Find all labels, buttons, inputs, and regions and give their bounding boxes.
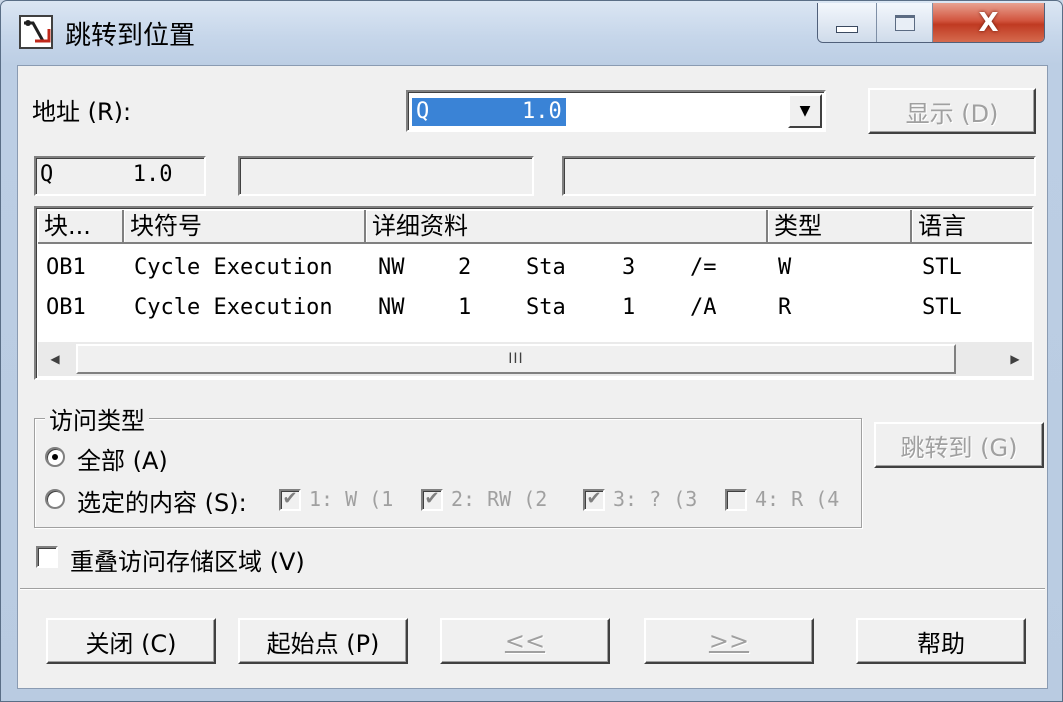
- previous-button[interactable]: <<: [440, 618, 610, 664]
- radio-all[interactable]: [45, 447, 65, 467]
- scroll-left-icon[interactable]: ◀: [38, 342, 72, 376]
- overlap-label[interactable]: 重叠访问存储区域 (V): [70, 542, 305, 577]
- column-header-block[interactable]: 块...: [38, 210, 124, 244]
- list-header: 块... 块符号 详细资料 类型 语言: [38, 210, 1032, 244]
- option-read-label: 4: R (4: [755, 487, 840, 511]
- column-header-language[interactable]: 语言: [912, 210, 1032, 244]
- chevron-down-icon[interactable]: ▼: [788, 94, 822, 128]
- jump-to-button[interactable]: 跳转到 (G): [874, 422, 1044, 468]
- help-button[interactable]: 帮助: [856, 618, 1026, 664]
- checkbox-read[interactable]: [725, 489, 747, 511]
- cell-detail-5: /A: [690, 295, 717, 320]
- scroll-right-icon[interactable]: ▶: [998, 342, 1032, 376]
- access-type-group: 访问类型 全部 (A) 选定的内容 (S): ✔ 1: W (1 ✔ 2: RW…: [34, 401, 862, 528]
- checkbox-readwrite[interactable]: ✔: [421, 489, 443, 511]
- table-row[interactable]: OB1 Cycle Execution NW 1 Sta 1 /A R STL: [38, 288, 1032, 328]
- cell-type: W: [778, 255, 792, 280]
- cell-symbol: Cycle Execution: [134, 255, 333, 280]
- cell-detail-1: NW: [378, 295, 405, 320]
- cell-block: OB1: [46, 255, 86, 280]
- info-field-3: [562, 156, 1036, 196]
- reference-list[interactable]: 块... 块符号 详细资料 类型 语言 OB1 Cycle Execution …: [34, 206, 1034, 380]
- checkbox-unknown[interactable]: ✔: [583, 489, 605, 511]
- cell-language: STL: [922, 295, 962, 320]
- close-window-button[interactable]: X: [933, 3, 1044, 42]
- divider: [20, 588, 1045, 590]
- horizontal-scrollbar[interactable]: ◀ III ▶: [38, 342, 1032, 376]
- cell-detail-2: 2: [458, 255, 472, 280]
- address-combobox[interactable]: Q 1.0 ▼: [406, 90, 826, 132]
- next-button[interactable]: >>: [644, 618, 814, 664]
- radio-all-label[interactable]: 全部 (A): [77, 441, 168, 476]
- address-info-field: Q 1.0: [34, 156, 206, 196]
- window-title: 跳转到位置: [65, 21, 196, 51]
- scroll-thumb[interactable]: III: [76, 344, 956, 374]
- cell-detail-4: 3: [622, 255, 636, 280]
- cell-block: OB1: [46, 295, 86, 320]
- close-icon: X: [978, 7, 999, 38]
- checkbox-overlap[interactable]: [36, 546, 58, 568]
- maximize-button[interactable]: [877, 3, 933, 42]
- dialog-window: 跳转到位置 X 地址 (R): Q 1.0 ▼ 显示 (D) Q 1.0 块..…: [0, 0, 1063, 702]
- info-field-2: [238, 156, 534, 196]
- app-icon: [19, 15, 53, 49]
- radio-selected[interactable]: [45, 489, 65, 509]
- option-unknown-label: 3: ? (3: [613, 487, 698, 511]
- minimize-button[interactable]: [818, 3, 878, 42]
- cell-detail-2: 1: [458, 295, 472, 320]
- minimize-icon: [836, 26, 859, 33]
- column-header-symbol[interactable]: 块符号: [124, 210, 366, 244]
- cell-detail-3: Sta: [526, 295, 566, 320]
- column-header-details[interactable]: 详细资料: [366, 210, 768, 244]
- cell-type: R: [778, 295, 792, 320]
- column-header-type[interactable]: 类型: [768, 210, 912, 244]
- option-write-label: 1: W (1: [309, 487, 394, 511]
- cell-detail-3: Sta: [526, 255, 566, 280]
- cell-language: STL: [922, 255, 962, 280]
- address-label: 地址 (R):: [32, 98, 132, 126]
- show-button[interactable]: 显示 (D): [868, 88, 1036, 134]
- cell-symbol: Cycle Execution: [134, 295, 333, 320]
- caption-buttons: X: [817, 3, 1045, 43]
- title-bar[interactable]: 跳转到位置 X: [1, 1, 1062, 65]
- radio-selected-label[interactable]: 选定的内容 (S):: [77, 483, 247, 518]
- start-point-button[interactable]: 起始点 (P): [238, 618, 408, 664]
- maximize-icon: [894, 14, 915, 31]
- close-button[interactable]: 关闭 (C): [46, 618, 216, 664]
- dialog-client-area: 地址 (R): Q 1.0 ▼ 显示 (D) Q 1.0 块... 块符号 详细…: [17, 65, 1048, 689]
- cell-detail-5: /=: [690, 255, 717, 280]
- option-readwrite-label: 2: RW (2: [451, 487, 548, 511]
- checkbox-write[interactable]: ✔: [279, 489, 301, 511]
- table-row[interactable]: OB1 Cycle Execution NW 2 Sta 3 /= W STL: [38, 248, 1032, 288]
- cell-detail-4: 1: [622, 295, 636, 320]
- cell-detail-1: NW: [378, 255, 405, 280]
- access-type-legend: 访问类型: [45, 401, 149, 436]
- address-value[interactable]: Q 1.0: [412, 98, 566, 126]
